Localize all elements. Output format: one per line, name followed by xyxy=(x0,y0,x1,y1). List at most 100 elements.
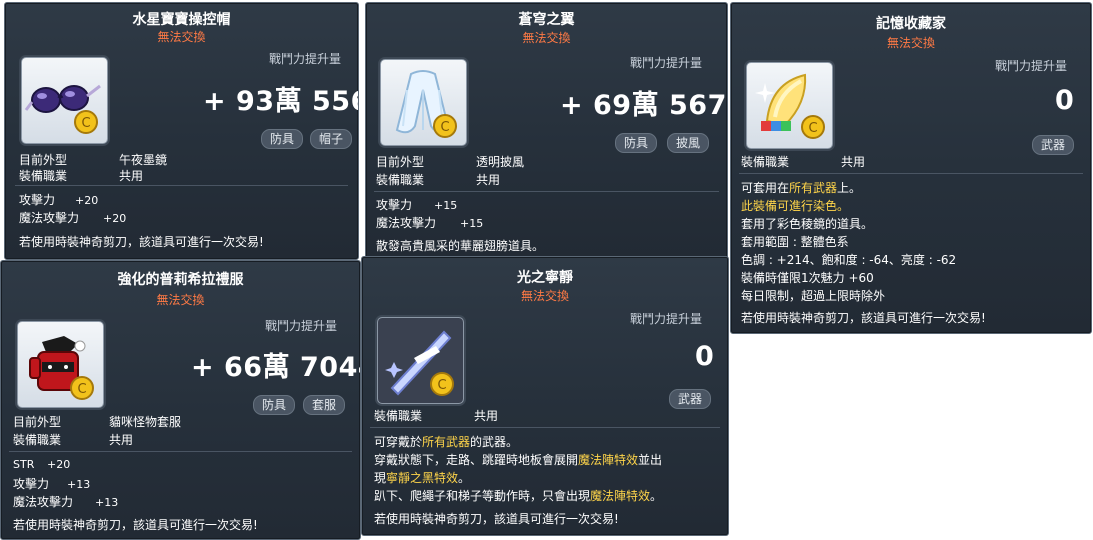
look-label: 目前外型 xyxy=(13,415,62,429)
look-label: 目前外型 xyxy=(19,153,68,167)
power-label: 戰鬥力提升量 xyxy=(265,319,338,333)
svg-text:C: C xyxy=(808,121,817,136)
svg-text:C: C xyxy=(81,116,90,131)
tag-cape: 披風 xyxy=(667,133,710,153)
stat-magic-label: 魔法攻擊力 xyxy=(19,211,80,225)
job-label: 裝備職業 xyxy=(19,169,68,183)
desc-text: 的武器。 xyxy=(470,435,519,449)
trade-status: 無法交換 xyxy=(157,30,206,44)
trade-status: 無法交換 xyxy=(886,36,935,50)
item-icon-weapon: C xyxy=(746,62,833,149)
look-value: 午夜墨鏡 xyxy=(119,153,168,167)
dye-note: 此裝備可進行染色。 xyxy=(741,199,850,213)
desc-highlight: 寧靜之黑特效 xyxy=(386,471,459,485)
desc-text: 上。 xyxy=(837,181,862,195)
power-label: 戰鬥力提升量 xyxy=(995,59,1068,73)
power-label: 戰鬥力提升量 xyxy=(630,56,703,70)
desc-text: 趴下、爬繩子和梯子等動作時，只會出現 xyxy=(374,489,591,503)
item-icon-cape: C xyxy=(380,59,467,146)
charm-note: 裝備時僅限1次魅力 +60 xyxy=(741,271,874,285)
item-tooltip-memory: 記憶收藏家 無法交換 C 戰鬥力提升量 0 武器 裝備職業 共用 可套用在所有武器… xyxy=(730,2,1092,334)
divider xyxy=(15,185,348,186)
stat-attack-value: +20 xyxy=(75,194,99,207)
desc-highlight: 魔法陣特效 xyxy=(578,453,639,467)
power-value: + 69萬 5678 xyxy=(560,90,728,121)
stat-attack-value: +13 xyxy=(67,478,91,491)
stat-magic-label: 魔法攻擊力 xyxy=(376,216,437,230)
item-tooltip-hat: 水星寶寶操控帽 無法交換 C 戰鬥力提升量 + 93萬 5567 防具 帽子 目… xyxy=(4,2,359,260)
desc-text: 穿戴狀態下，走路、跳躍時地板會展開 xyxy=(374,453,579,467)
job-label: 裝備職業 xyxy=(376,173,425,187)
divider xyxy=(370,427,720,428)
power-value: 0 xyxy=(1055,85,1075,116)
divider xyxy=(9,451,352,452)
stat-str-value: +20 xyxy=(47,458,71,471)
power-value: + 66萬 7044 xyxy=(191,352,361,383)
prism-note: 套用了彩色稜鏡的道具。 xyxy=(741,217,874,231)
item-tooltip-suit: 強化的普莉希拉禮服 無法交換 C 戰鬥力提升量 + 66萬 7044 防具 套服… xyxy=(0,260,361,540)
item-icon-glasses: C xyxy=(21,57,108,144)
scissors-note: 若使用時裝神奇剪刀，該道具可進行一次交易! xyxy=(741,311,986,325)
desc-highlight: 所有武器 xyxy=(422,435,471,449)
job-value: 共用 xyxy=(119,169,144,183)
stat-str-label: STR xyxy=(13,458,35,471)
desc-text: 。 xyxy=(650,489,663,503)
power-label: 戰鬥力提升量 xyxy=(269,52,342,66)
stat-attack-value: +15 xyxy=(434,199,458,212)
tag-weapon: 武器 xyxy=(669,389,712,409)
look-value: 貓咪怪物套服 xyxy=(109,415,182,429)
item-title: 蒼穹之翼 xyxy=(518,12,575,28)
desc-text: 。 xyxy=(458,471,471,485)
divider xyxy=(739,173,1083,174)
svg-text:C: C xyxy=(77,382,86,397)
tag-suit: 套服 xyxy=(303,395,346,415)
desc-text: 並出 xyxy=(638,453,663,467)
desc-text: 可穿戴於 xyxy=(374,435,423,449)
job-value: 共用 xyxy=(474,409,499,423)
trade-status: 無法交換 xyxy=(156,293,205,307)
item-title: 光之寧靜 xyxy=(517,270,573,286)
job-value: 共用 xyxy=(841,155,866,169)
job-label: 裝備職業 xyxy=(374,409,423,423)
item-tooltip-cape: 蒼穹之翼 無法交換 C 戰鬥力提升量 + 69萬 5678 防具 披風 目前外型… xyxy=(365,2,728,262)
power-value: + 93萬 5567 xyxy=(203,86,358,117)
scissors-note: 若使用時裝神奇剪刀，該道具可進行一次交易! xyxy=(374,512,619,526)
stat-attack-label: 攻擊力 xyxy=(13,477,50,491)
tag-armor: 防具 xyxy=(615,133,658,153)
power-value: 0 xyxy=(695,341,715,372)
trade-status: 無法交換 xyxy=(520,289,569,303)
desc-highlight: 魔法陣特效 xyxy=(590,489,651,503)
tag-armor: 防具 xyxy=(253,395,296,415)
item-title: 水星寶寶操控帽 xyxy=(132,12,231,28)
stat-magic-label: 魔法攻擊力 xyxy=(13,495,74,509)
svg-text:C: C xyxy=(437,378,446,393)
desc-highlight: 所有武器 xyxy=(789,181,838,195)
scissors-note: 若使用時裝神奇剪刀，該道具可進行一次交易! xyxy=(19,235,264,249)
job-value: 共用 xyxy=(109,433,134,447)
svg-text:C: C xyxy=(440,120,449,135)
power-label: 戰鬥力提升量 xyxy=(630,312,703,326)
item-tooltip-light: 光之寧靜 無法交換 C 戰鬥力提升量 0 武器 裝備職業 共用 可穿戴於所有武器的… xyxy=(361,256,729,536)
desc-text: 現 xyxy=(374,471,387,485)
scissors-note: 若使用時裝神奇剪刀，該道具可進行一次交易! xyxy=(13,518,258,532)
tag-weapon: 武器 xyxy=(1032,135,1075,155)
prism-range: 套用範圍 : 整體色系 xyxy=(741,235,849,249)
daily-limit-note: 每日限制，超過上限時除外 xyxy=(741,289,886,303)
stat-magic-value: +20 xyxy=(103,212,127,225)
job-value: 共用 xyxy=(476,173,501,187)
stat-magic-value: +13 xyxy=(95,496,119,509)
prism-values: 色調 : +214、飽和度 : -64、亮度 : -62 xyxy=(741,253,957,267)
stat-attack-label: 攻擊力 xyxy=(376,198,413,212)
stat-attack-label: 攻擊力 xyxy=(19,193,56,207)
tag-armor: 防具 xyxy=(261,129,304,149)
item-title: 強化的普莉希拉禮服 xyxy=(117,272,244,288)
tag-hat: 帽子 xyxy=(310,129,353,149)
item-description: 散發高貴風采的華麗翅膀道具。 xyxy=(376,239,545,253)
desc-text: 可套用在 xyxy=(741,181,790,195)
job-label: 裝備職業 xyxy=(13,433,62,447)
item-icon-light-weapon: C xyxy=(377,317,464,404)
look-label: 目前外型 xyxy=(376,155,425,169)
item-title: 記憶收藏家 xyxy=(876,16,946,32)
stat-magic-value: +15 xyxy=(460,217,484,230)
look-value: 透明披風 xyxy=(476,155,525,169)
